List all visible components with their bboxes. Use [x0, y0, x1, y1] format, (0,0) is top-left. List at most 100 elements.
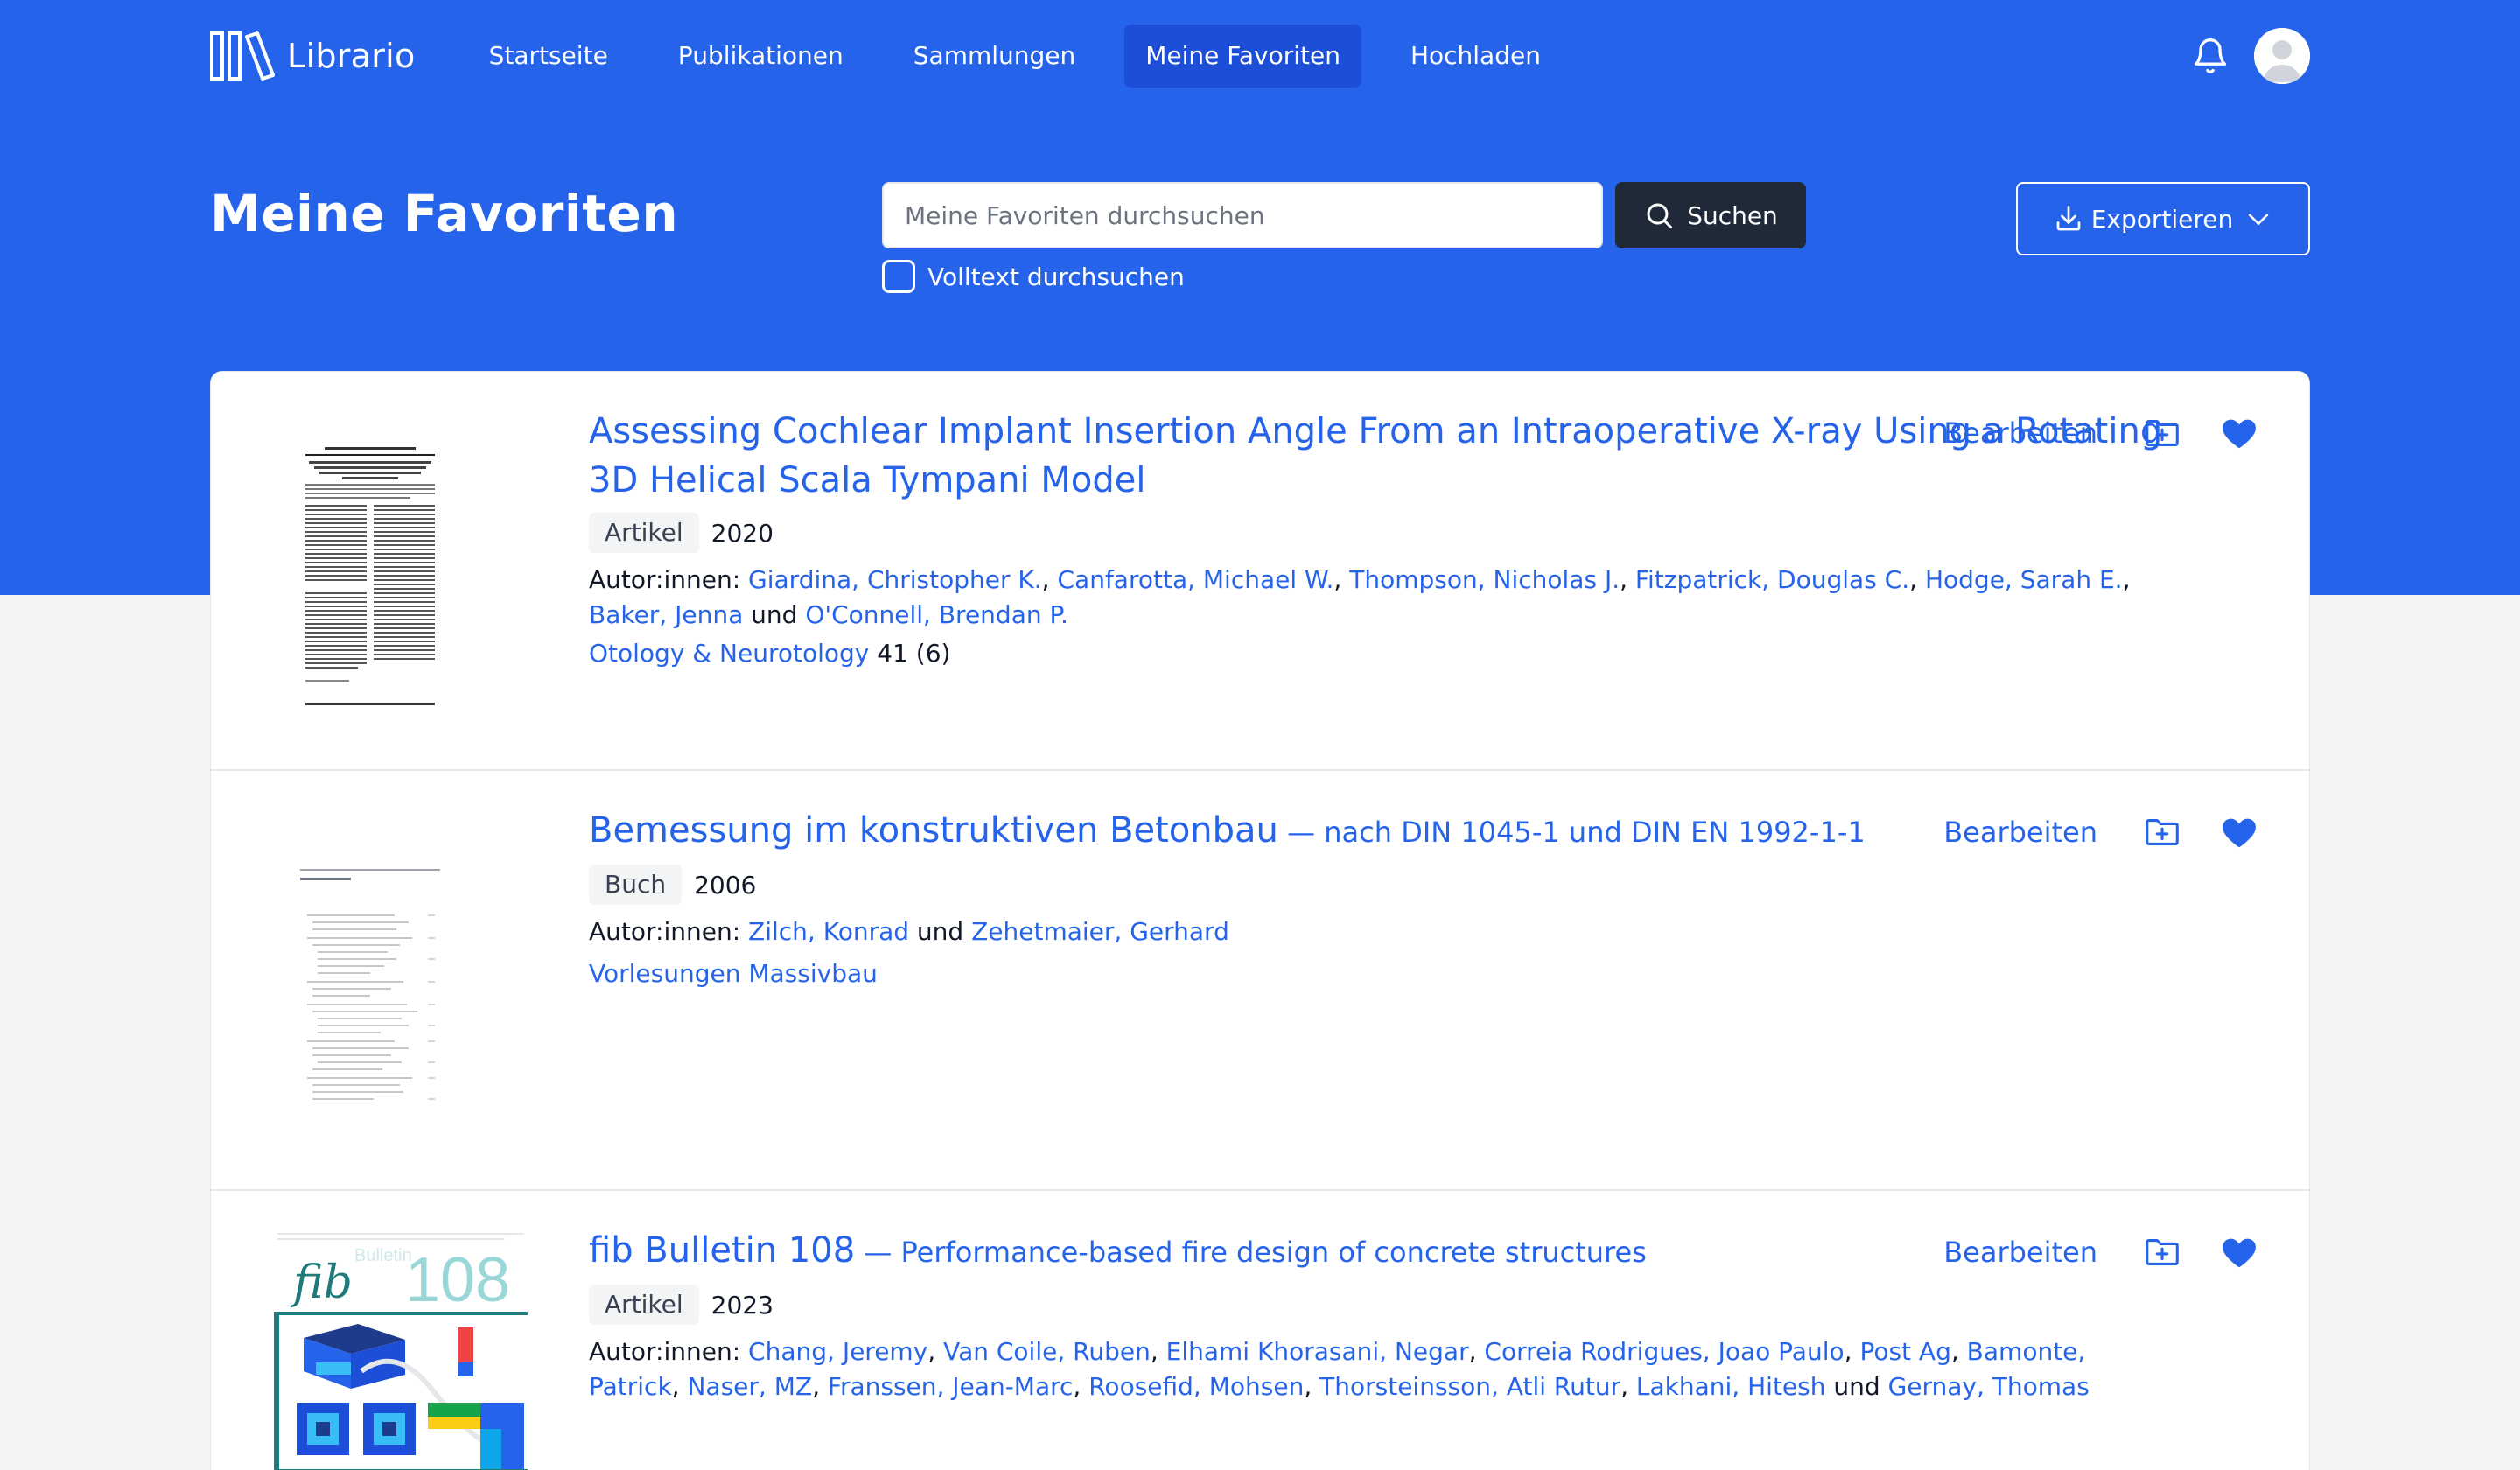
nav-hochladen[interactable]: Hochladen: [1390, 24, 1562, 88]
item-year: 2020: [710, 518, 774, 548]
item-authors: Autor:innen: Giardina, Christopher K., C…: [589, 565, 2131, 629]
fulltext-checkbox[interactable]: [882, 260, 915, 293]
add-to-collection-icon[interactable]: [2139, 410, 2185, 456]
author-link[interactable]: Fitzpatrick, Douglas C.: [1635, 565, 1909, 594]
author-link[interactable]: Hodge, Sarah E.: [1925, 565, 2123, 594]
list-item: Bemessung im konstruktiven Betonbau — na…: [211, 771, 2309, 1191]
author-link[interactable]: Baker, Jenna: [589, 600, 743, 629]
librario-logo-icon: [210, 32, 275, 80]
nav-right: [2179, 24, 2310, 88]
item-actions: Bearbeiten: [1943, 808, 2262, 857]
type-badge: Artikel: [589, 1284, 699, 1325]
page-title: Meine Favoriten: [210, 184, 679, 243]
author-link[interactable]: O'Connell, Brendan P.: [805, 600, 1068, 629]
item-title[interactable]: Assessing Cochlear Implant Insertion Ang…: [589, 407, 2164, 505]
author-link[interactable]: Lakhani, Hitesh: [1636, 1372, 1826, 1401]
item-title[interactable]: Bemessung im konstruktiven Betonbau — na…: [589, 806, 2164, 857]
author-link[interactable]: Van Coile, Ruben: [943, 1337, 1151, 1366]
search-input[interactable]: [882, 182, 1603, 248]
item-title-text[interactable]: fib Bulletin 108: [589, 1230, 855, 1270]
logo[interactable]: Librario: [210, 24, 416, 88]
item-actions: Bearbeiten: [1943, 1228, 2262, 1277]
journal-link[interactable]: Otology & Neurotology: [589, 639, 869, 668]
author-link[interactable]: Giardina, Christopher K.: [748, 565, 1042, 594]
add-to-collection-icon[interactable]: [2139, 809, 2185, 855]
authors-label: Autor:innen:: [589, 917, 741, 946]
export-button[interactable]: Exportieren: [2016, 182, 2310, 256]
author-link[interactable]: Franssen, Jean-Marc: [828, 1372, 1074, 1401]
item-content: Assessing Cochlear Implant Insertion Ang…: [589, 407, 2164, 671]
heart-icon[interactable]: [2216, 809, 2262, 855]
item-year: 2006: [694, 870, 757, 900]
series-link[interactable]: Vorlesungen Massivbau: [589, 959, 878, 988]
item-title[interactable]: fib Bulletin 108 — Performance-based fir…: [589, 1226, 2164, 1277]
edit-button[interactable]: Bearbeiten: [1943, 816, 2097, 849]
add-to-collection-icon[interactable]: [2139, 1229, 2185, 1275]
item-authors: Autor:innen: Chang, Jeremy, Van Coile, R…: [589, 1337, 2090, 1401]
nav-meine-favoriten[interactable]: Meine Favoriten: [1124, 24, 1362, 88]
author-link[interactable]: Post Ag: [1859, 1337, 1950, 1366]
chevron-down-icon: [2249, 214, 2269, 225]
author-link[interactable]: Thompson, Nicholas J.: [1349, 565, 1620, 594]
edit-button[interactable]: Bearbeiten: [1943, 416, 2097, 450]
bulletin-cover-preview: fib Bulletin 108: [274, 1231, 528, 1470]
type-badge: Artikel: [589, 513, 699, 553]
download-icon: [2056, 206, 2081, 231]
item-meta: Artikel 2023: [589, 1284, 2164, 1326]
author-link[interactable]: Zehetmaier, Gerhard: [971, 917, 1229, 946]
document-thumbnail[interactable]: fib Bulletin 108: [274, 1231, 528, 1470]
and-word: und: [916, 917, 964, 946]
item-source: Vorlesungen Massivbau: [589, 956, 2164, 991]
item-content: Bemessung im konstruktiven Betonbau — na…: [589, 806, 2164, 991]
nav-sammlungen[interactable]: Sammlungen: [892, 24, 1097, 88]
and-word: und: [751, 600, 798, 629]
nav-startseite[interactable]: Startseite: [468, 24, 629, 88]
cover-brand: fib: [290, 1256, 353, 1309]
list-item: Assessing Cochlear Implant Insertion Ang…: [211, 372, 2309, 771]
fulltext-label: Volltext durchsuchen: [928, 262, 1185, 291]
item-authors: Autor:innen: Zilch, Konrad und Zehetmaie…: [589, 914, 2164, 949]
author-link[interactable]: Zilch, Konrad: [748, 917, 909, 946]
item-title-text[interactable]: Bemessung im konstruktiven Betonbau: [589, 810, 1278, 850]
author-link[interactable]: Canfarotta, Michael W.: [1057, 565, 1334, 594]
top-navbar: Librario Startseite Publikationen Sammlu…: [210, 24, 2310, 88]
item-subtitle: — nach DIN 1045-1 und DIN EN 1992-1-1: [1278, 816, 1866, 849]
item-year: 2023: [710, 1290, 774, 1320]
nav-publikationen[interactable]: Publikationen: [657, 24, 864, 88]
heart-icon[interactable]: [2216, 410, 2262, 456]
item-title-text[interactable]: Assessing Cochlear Implant Insertion Ang…: [589, 411, 2162, 500]
search-button[interactable]: Suchen: [1615, 182, 1806, 248]
search-button-label: Suchen: [1687, 200, 1778, 230]
author-link[interactable]: Elhami Khorasani, Negar: [1166, 1337, 1469, 1366]
author-link[interactable]: Roosefid, Mohsen: [1088, 1372, 1304, 1401]
user-avatar-icon[interactable]: [2254, 28, 2310, 84]
export-button-label: Exportieren: [2090, 204, 2234, 234]
bell-icon[interactable]: [2179, 24, 2242, 88]
and-word: und: [1833, 1372, 1880, 1401]
item-content: fib Bulletin 108 — Performance-based fir…: [589, 1226, 2164, 1404]
document-thumbnail[interactable]: [274, 442, 466, 710]
document-thumbnail[interactable]: [274, 862, 466, 1112]
favorites-list: Assessing Cochlear Implant Insertion Ang…: [210, 371, 2310, 1470]
edit-button[interactable]: Bearbeiten: [1943, 1236, 2097, 1269]
item-subtitle: — Performance-based fire design of concr…: [855, 1236, 1647, 1269]
search-icon: [1647, 203, 1673, 228]
authors-label: Autor:innen:: [589, 1337, 741, 1366]
book-page-preview: [274, 862, 466, 1112]
type-badge: Buch: [589, 864, 682, 905]
author-link[interactable]: Thorsteinsson, Atli Rutur: [1320, 1372, 1620, 1401]
cover-number: 108: [405, 1245, 510, 1315]
authors-label: Autor:innen:: [589, 565, 741, 594]
item-meta: Buch 2006: [589, 864, 2164, 906]
author-link[interactable]: Chang, Jeremy: [748, 1337, 928, 1366]
paper-page-preview: [274, 442, 466, 710]
list-item: fib Bulletin 108 fib Bulletin 108 — Perf…: [211, 1191, 2309, 1470]
item-source: Otology & Neurotology 41 (6): [589, 636, 2164, 671]
author-link[interactable]: Naser, MZ: [687, 1372, 812, 1401]
author-link[interactable]: Correia Rodrigues, Joao Paulo: [1484, 1337, 1844, 1366]
heart-icon[interactable]: [2216, 1229, 2262, 1275]
author-link[interactable]: Gernay, Thomas: [1888, 1372, 2090, 1401]
item-meta: Artikel 2020: [589, 512, 2164, 554]
fulltext-toggle[interactable]: Volltext durchsuchen: [882, 259, 1185, 294]
source-detail: 41 (6): [869, 639, 951, 668]
